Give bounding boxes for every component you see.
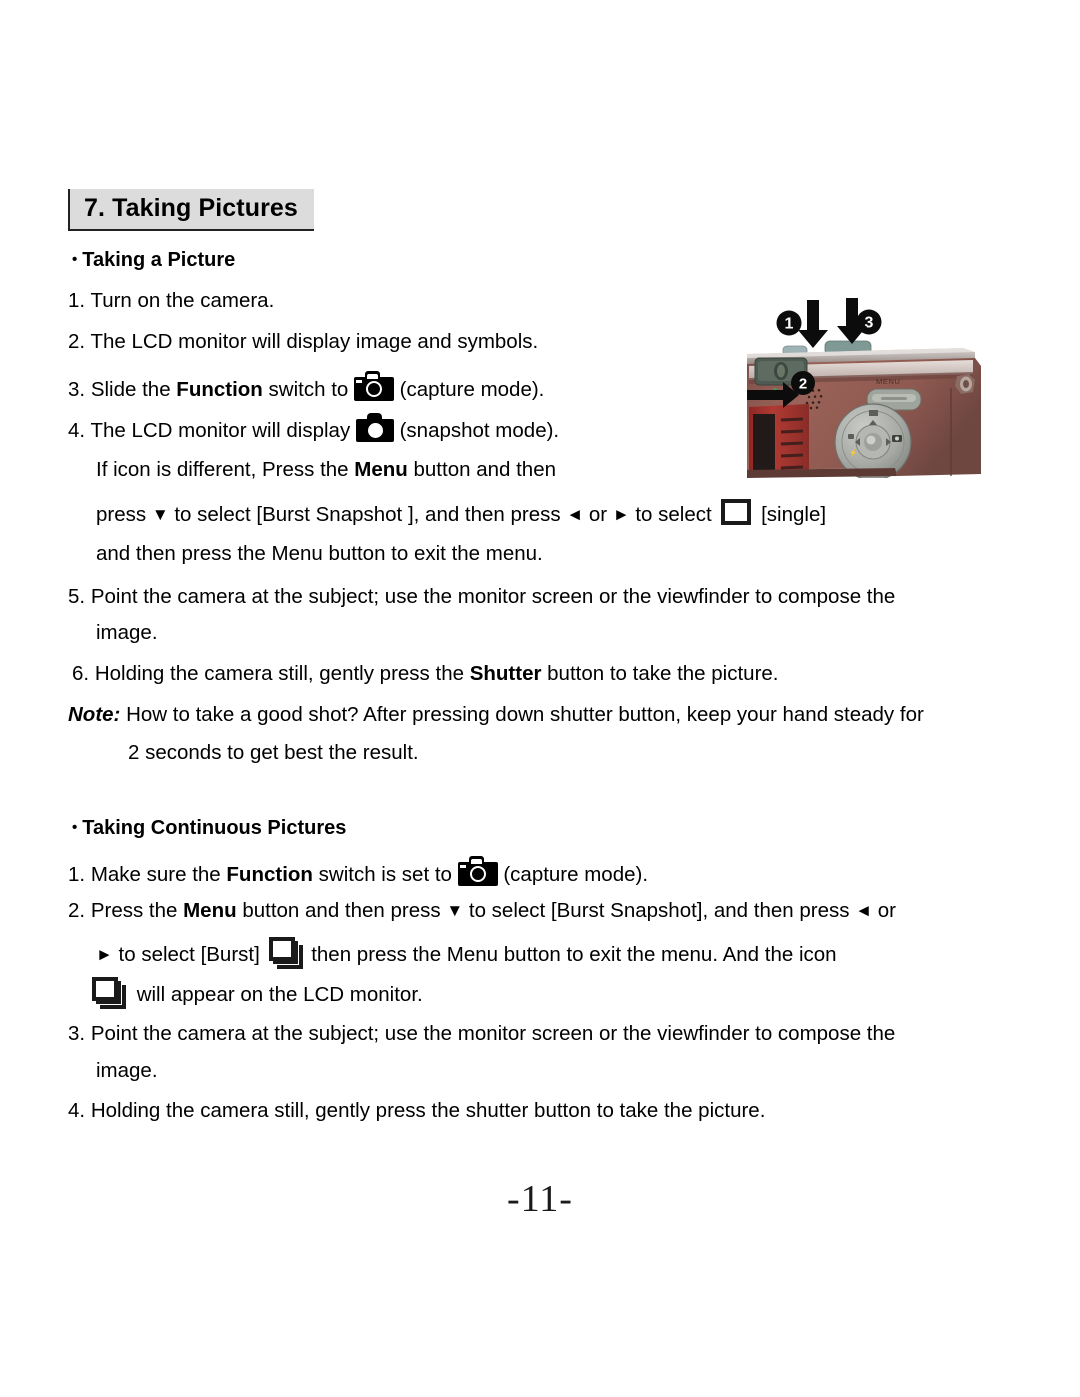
step-text-pre: Slide the <box>90 378 177 401</box>
svg-text:MENU: MENU <box>876 377 900 386</box>
continuous-step-2-line-3: will appear on the LCD monitor. <box>92 977 423 1009</box>
text-fragment: press <box>96 503 152 526</box>
continuous-step-2-line-2: ► to select [Burst] then press the Menu … <box>96 937 837 969</box>
step-text-mid: switch to <box>262 378 354 401</box>
step-number: 2. <box>68 899 86 922</box>
page-number: -11- <box>507 1178 573 1220</box>
manual-page: 7. Taking Pictures • Taking a Picture 1. … <box>0 0 1080 1397</box>
step-text: Holding the camera still, gently press t… <box>90 1099 766 1122</box>
list-item-step-5-line-2: image. <box>96 621 158 644</box>
page-title: 7. Taking Pictures <box>68 189 314 231</box>
bold-function: Function <box>226 863 313 886</box>
svg-text:2: 2 <box>799 376 807 393</box>
text-fragment: If icon is different, Press the <box>96 458 355 481</box>
list-item-continuous-step-2: 2. Press the Menu button and then press … <box>68 898 896 924</box>
step-text-pre: The LCD monitor will display <box>90 419 356 442</box>
text-fragment: Make sure the <box>90 863 227 886</box>
step-number: 6. <box>72 662 90 685</box>
arrow-down-icon: ▼ <box>151 505 169 524</box>
text-fragment: or <box>872 899 896 922</box>
text-fragment: will appear on the LCD monitor. <box>131 983 423 1006</box>
text-fragment: or <box>583 503 613 526</box>
text-fragment: switch is set to <box>312 863 458 886</box>
list-item-step-2: 2. The LCD monitor will display image an… <box>68 329 538 355</box>
subheading-label: Taking Continuous Pictures <box>82 817 347 839</box>
step-number: 2. <box>68 330 86 353</box>
svg-text:⚡: ⚡ <box>849 448 858 457</box>
step-text: Point the camera at the subject; use the… <box>90 1022 896 1045</box>
camera-outline-icon <box>457 856 498 886</box>
svg-text:3: 3 <box>865 315 874 332</box>
step-number: 4. <box>68 1099 86 1122</box>
text-fragment: to select [Burst Snapshot], and then pre… <box>463 899 856 922</box>
step-text: The LCD monitor will display image and s… <box>90 330 539 353</box>
step-4-continuation-line-1: If icon is different, Press the Menu but… <box>96 457 556 483</box>
arrow-right-icon: ► <box>612 505 630 524</box>
frame-burst-icon <box>268 937 303 969</box>
bold-menu: Menu <box>183 899 237 922</box>
step-number: 3. <box>68 1022 86 1045</box>
list-item-continuous-step-4: 4. Holding the camera still, gently pres… <box>68 1098 765 1124</box>
list-item-step-5: 5. Point the camera at the subject; use … <box>68 584 895 610</box>
step-number: 1. <box>68 863 86 886</box>
text-fragment: button to take the picture. <box>541 662 779 685</box>
frame-single-icon <box>721 499 752 525</box>
step-number: 3. <box>68 378 86 401</box>
text-fragment: button and then <box>407 458 557 481</box>
frame-burst-icon <box>92 977 126 1009</box>
text-fragment: [single] <box>755 503 827 526</box>
note-line-1: Note: How to take a good shot? After pre… <box>68 702 924 728</box>
camera-outline-icon <box>353 371 394 401</box>
list-item-step-1: 1. Turn on the camera. <box>68 288 274 314</box>
bullet-icon: • <box>72 819 78 836</box>
text-fragment: to select <box>629 503 718 526</box>
svg-text:1: 1 <box>785 316 794 333</box>
bold-shutter: Shutter <box>469 662 542 685</box>
list-item-continuous-step-1: 1. Make sure the Function switch is set … <box>68 856 648 888</box>
camera-solid-icon <box>355 413 394 442</box>
list-item-continuous-step-3: 3. Point the camera at the subject; use … <box>68 1021 895 1047</box>
step-text-post: (snapshot mode). <box>393 419 560 442</box>
text-fragment: then press the Menu button to exit the m… <box>305 943 837 966</box>
camera-top-view-photo: MENU ⚡ 1 3 2 <box>745 292 990 481</box>
continuous-step-3-line-2: image. <box>96 1059 158 1082</box>
step-number: 4. <box>68 419 86 442</box>
arrow-right-icon: ► <box>96 945 113 964</box>
text-fragment: (capture mode). <box>497 863 649 886</box>
step-4-continuation-line-3: and then press the Menu button to exit t… <box>96 542 543 565</box>
step-number: 1. <box>68 289 86 312</box>
arrow-left-icon: ◄ <box>855 901 873 920</box>
list-item-step-4: 4. The LCD monitor will display (snapsho… <box>68 413 559 444</box>
bullet-icon: • <box>72 251 78 268</box>
list-item-step-6: 6. Holding the camera still, gently pres… <box>72 661 779 687</box>
note-text: How to take a good shot? After pressing … <box>120 703 924 726</box>
step-text-post: (capture mode). <box>393 378 545 401</box>
arrow-left-icon: ◄ <box>566 505 584 524</box>
step-text: Turn on the camera. <box>90 289 275 312</box>
bold-function: Function <box>176 378 263 401</box>
step-4-continuation-line-2: press ▼ to select [Burst Snapshot ], and… <box>96 499 826 528</box>
subheading-taking-a-picture: • Taking a Picture <box>72 249 235 272</box>
subheading-taking-continuous-pictures: • Taking Continuous Pictures <box>72 817 346 840</box>
note-label: Note: <box>68 703 121 726</box>
step-text: Point the camera at the subject; use the… <box>90 585 896 608</box>
text-fragment: Press the <box>90 899 184 922</box>
text-fragment: to select [Burst Snapshot ], and then pr… <box>168 503 567 526</box>
text-fragment: Holding the camera still, gently press t… <box>94 662 470 685</box>
subheading-label: Taking a Picture <box>82 249 236 271</box>
bold-menu: Menu <box>354 458 408 481</box>
note-line-2: 2 seconds to get best the result. <box>128 741 419 764</box>
text-fragment: button and then press <box>236 899 447 922</box>
step-number: 5. <box>68 585 86 608</box>
text-fragment: to select [Burst] <box>112 943 266 966</box>
list-item-step-3: 3. Slide the Function switch to (capture… <box>68 371 544 403</box>
arrow-down-icon: ▼ <box>446 901 464 920</box>
